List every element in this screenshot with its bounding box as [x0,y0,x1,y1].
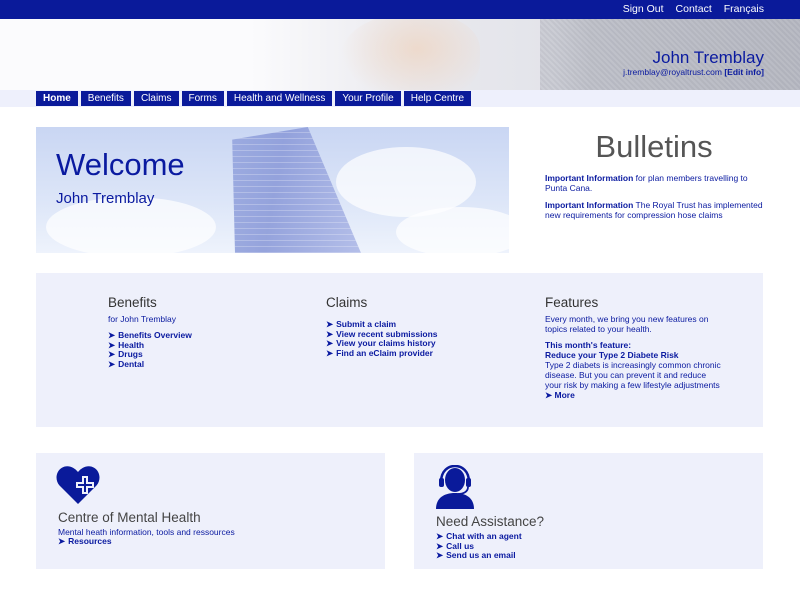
assistance-panel: Need Assistance? ➤ Chat with an agent ➤ Ca… [414,453,763,569]
assistance-title: Need Assistance? [436,514,545,529]
benefits-links: ➤ Benefits Overview ➤ Health ➤ Drugs ➤ Denta… [108,330,278,370]
arrow-icon: ➤ [326,319,334,329]
arrow-icon: ➤ [108,358,116,369]
find-eclaim-provider-link[interactable]: ➤ Find an eClaim provider [326,347,506,359]
mental-health-links: ➤ Resources [58,536,358,547]
benefits-subtitle: for John Tremblay [108,314,177,324]
claims-title: Claims [326,295,368,310]
welcome-name: John Tremblay [56,190,155,207]
mental-health-content: Mental heath information, tools and ress… [58,527,358,547]
arrow-icon: ➤ [436,540,444,551]
features-section: Features Every month, we bring you new f… [545,295,723,400]
arrow-icon: ➤ [108,339,116,350]
arrow-icon: ➤ [326,338,334,348]
arrow-icon: ➤ [58,536,66,546]
arrow-icon: ➤ [108,349,116,359]
claims-links: ➤ Submit a claim ➤ View recent submissions… [326,319,506,359]
user-name: John Tremblay [652,48,765,67]
nav-benefits[interactable]: Benefits [80,91,131,106]
nav-help-centre[interactable]: Help Centre [403,91,472,106]
features-title: Features [545,295,599,310]
bulletin-item: Important Information for plan members t… [545,173,770,193]
arrow-icon: ➤ [326,347,334,358]
mental-health-panel: Centre of Mental Health Mental heath inf… [36,453,385,569]
send-email-link[interactable]: ➤ Send us an email [436,550,736,561]
arrow-icon: ➤ [436,550,444,560]
dental-link[interactable]: ➤ Dental [108,358,278,370]
arrow-icon: ➤ [326,328,334,339]
sign-out-link[interactable]: Sign Out [623,3,664,15]
benefits-title: Benefits [108,295,157,310]
overview-panel: Benefits for John Tremblay ➤ Benefits Ove… [36,273,763,427]
top-links: Sign Out Contact Français [623,3,764,15]
cloud-shape [396,207,509,253]
claims-section: Claims ➤ Submit a claim ➤ View recent subm… [326,295,506,358]
assistance-content: ➤ Chat with an agent ➤ Call us ➤ Send us an… [436,531,736,561]
contact-link[interactable]: Contact [676,3,712,15]
language-link[interactable]: Français [724,3,764,15]
handshake-image [340,19,480,90]
mental-health-title: Centre of Mental Health [58,510,201,525]
chat-with-agent-link[interactable]: ➤ Chat with an agent [436,531,736,542]
welcome-banner: Welcome John Tremblay [36,127,509,253]
nav-health-and-wellness[interactable]: Health and Wellness [226,91,333,106]
feature-title-link[interactable]: Reduce your Type 2 Diabete Risk [545,350,723,360]
arrow-icon: ➤ [436,531,444,541]
more-link[interactable]: ➤ More [545,390,723,400]
heart-plus-icon [56,466,100,504]
features-month-label: This month's feature: [545,340,632,350]
edit-info-link[interactable]: [Edit info] [724,67,764,77]
user-email-line: j.tremblay@royaltrust.com [Edit info] [623,67,764,77]
arrow-icon: ➤ [108,330,116,340]
headset-agent-icon [436,465,474,509]
nav-home[interactable]: Home [36,91,78,106]
header-banner: John Tremblay j.tremblay@royaltrust.com … [0,19,800,90]
main-nav: Home Benefits Claims Forms Health and We… [36,91,472,106]
bulletin-label-link[interactable]: Important Information [545,200,633,210]
assistance-links: ➤ Chat with an agent ➤ Call us ➤ Send us an… [436,531,736,561]
nav-your-profile[interactable]: Your Profile [335,91,401,106]
nav-forms[interactable]: Forms [181,91,224,106]
arrow-icon: ➤ [545,390,553,400]
top-bar: Sign Out Contact Français [0,0,800,19]
user-email: j.tremblay@royaltrust.com [623,67,722,77]
nav-claims[interactable]: Claims [133,91,179,106]
resources-link[interactable]: ➤ Resources [58,536,358,547]
features-intro: Every month, we bring you new features o… [545,314,709,334]
welcome-title: Welcome [56,147,185,182]
benefits-section: Benefits for John Tremblay ➤ Benefits Ove… [108,295,278,369]
bulletin-label-link[interactable]: Important Information [545,173,633,183]
main-nav-bar: Home Benefits Claims Forms Health and We… [0,90,800,107]
bulletin-item: Important Information The Royal Trust ha… [545,200,770,220]
bulletins-title: Bulletins [595,129,713,164]
feature-description: Type 2 diabets is increasingly common ch… [545,360,721,390]
